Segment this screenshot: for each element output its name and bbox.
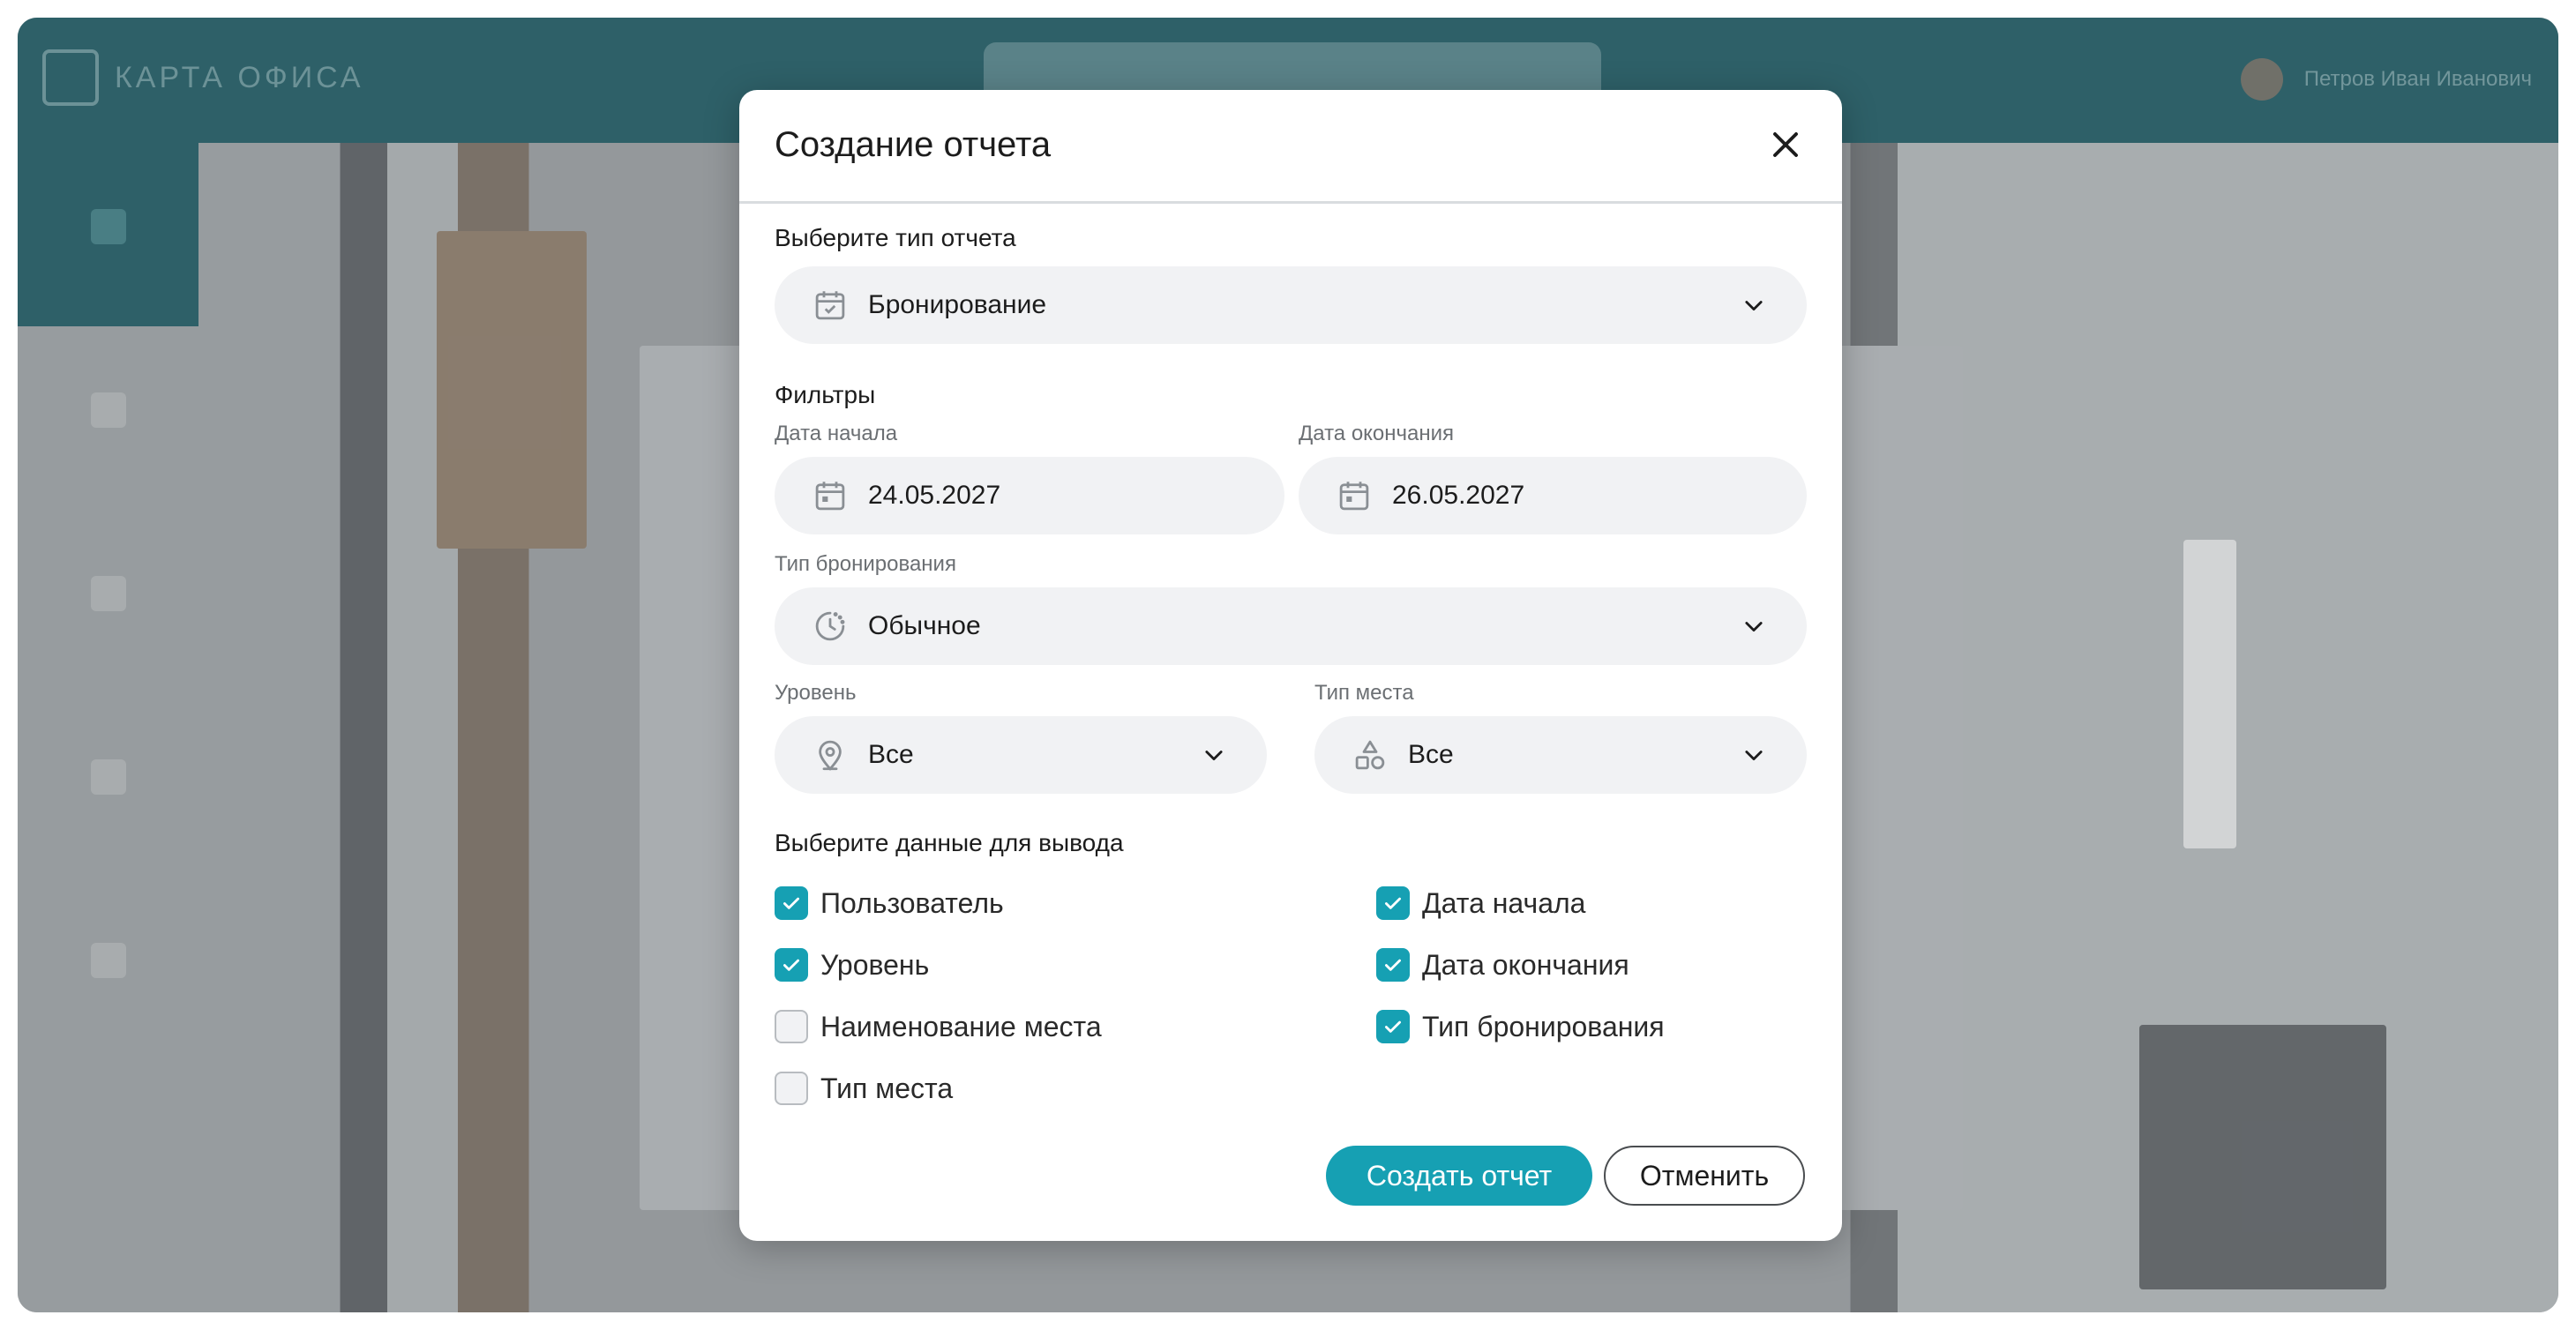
end-date-value: 26.05.2027 (1392, 481, 1525, 510)
output-option-label: Уровень (820, 948, 930, 981)
calendar-icon (1336, 477, 1373, 514)
report-type-select[interactable]: Бронирование (775, 266, 1807, 344)
create-report-modal: Создание отчета Выберите тип отчета Брон… (739, 90, 1842, 1241)
shapes-icon (1352, 736, 1389, 773)
checkbox-checked[interactable] (1376, 948, 1410, 982)
report-type-label: Выберите тип отчета (775, 224, 1016, 251)
chevron-down-icon (1741, 293, 1766, 318)
output-option-label: Тип бронирования (1422, 1010, 1665, 1042)
end-date-label: Дата окончания (1299, 422, 1455, 445)
level-select[interactable]: Все (775, 716, 1267, 794)
check-icon (1385, 1020, 1401, 1033)
create-report-button[interactable]: Создать отчет (1326, 1146, 1592, 1206)
check-icon (783, 897, 799, 909)
output-option-label: Дата начала (1422, 886, 1586, 919)
output-option-label: Дата окончания (1422, 948, 1629, 981)
output-option-label: Наименование места (820, 1010, 1102, 1042)
checkbox-checked[interactable] (1376, 1010, 1410, 1043)
checkbox-checked[interactable] (775, 886, 808, 920)
output-heading: Выберите данные для вывода (775, 829, 1124, 856)
modal-header: Создание отчета (739, 90, 1842, 204)
check-icon (1385, 897, 1401, 909)
chevron-down-icon (1741, 743, 1766, 767)
checkbox-unchecked[interactable] (775, 1072, 808, 1105)
booking-type-label: Тип бронирования (775, 552, 956, 576)
level-label: Уровень (775, 681, 857, 705)
clock-dashed-icon (812, 608, 849, 645)
output-option[interactable]: Пользователь (775, 886, 1004, 920)
booking-type-value: Обычное (868, 611, 981, 640)
output-option[interactable]: Наименование места (775, 1010, 1102, 1043)
booking-type-select[interactable]: Обычное (775, 587, 1807, 665)
modal-title: Создание отчета (775, 125, 1052, 164)
start-date-field[interactable]: 24.05.2027 (775, 457, 1284, 534)
start-date-value: 24.05.2027 (868, 481, 1001, 510)
output-option[interactable]: Дата окончания (1376, 948, 1629, 982)
output-option[interactable]: Тип места (775, 1072, 953, 1105)
output-option-label: Тип места (820, 1072, 954, 1104)
calendar-check-icon (812, 287, 849, 324)
close-button[interactable] (1770, 129, 1801, 161)
filters-heading: Фильтры (775, 381, 876, 408)
check-icon (1385, 959, 1401, 971)
output-option-label: Пользователь (820, 886, 1004, 919)
place-type-value: Все (1408, 740, 1454, 769)
output-option[interactable]: Дата начала (1376, 886, 1585, 920)
end-date-field[interactable]: 26.05.2027 (1299, 457, 1807, 534)
location-pin-icon (812, 736, 849, 773)
place-type-select[interactable]: Все (1314, 716, 1807, 794)
output-option[interactable]: Уровень (775, 948, 929, 982)
close-icon (1773, 132, 1798, 157)
checkbox-unchecked[interactable] (775, 1010, 808, 1043)
level-value: Все (868, 740, 914, 769)
checkbox-checked[interactable] (775, 948, 808, 982)
cancel-button[interactable]: Отменить (1604, 1146, 1805, 1206)
chevron-down-icon (1202, 743, 1226, 767)
check-icon (783, 959, 799, 971)
chevron-down-icon (1741, 614, 1766, 639)
start-date-label: Дата начала (775, 422, 898, 445)
place-type-label: Тип места (1314, 681, 1414, 705)
report-type-value: Бронирование (868, 290, 1047, 319)
checkbox-checked[interactable] (1376, 886, 1410, 920)
output-option[interactable]: Тип бронирования (1376, 1010, 1665, 1043)
calendar-icon (812, 477, 849, 514)
